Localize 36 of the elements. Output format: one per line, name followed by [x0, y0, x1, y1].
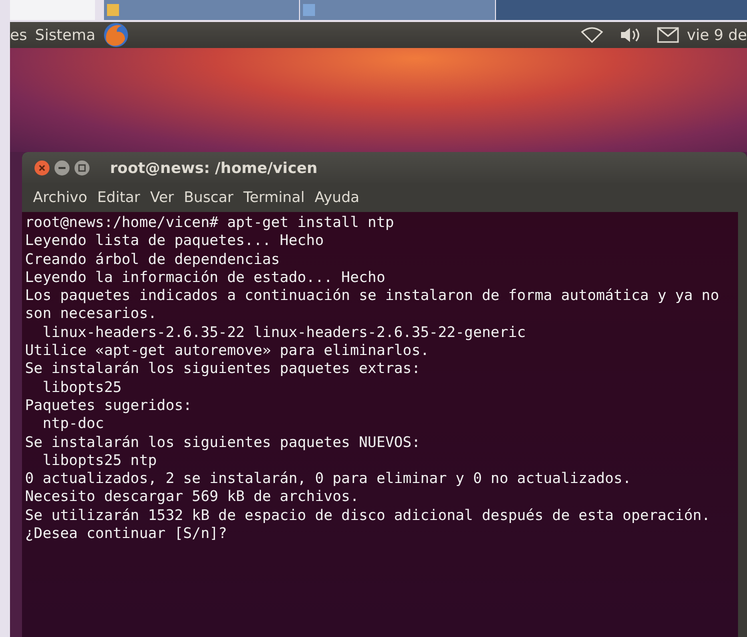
- scrollbar[interactable]: [738, 212, 747, 637]
- terminal-line: libopts25: [42, 378, 123, 397]
- panel-menu[interactable]: es: [10, 26, 28, 44]
- menu-item[interactable]: Buscar: [178, 190, 238, 206]
- terminal-line: libopts25 ntp: [42, 452, 158, 470]
- minimize-icon[interactable]: [54, 160, 70, 176]
- menu-item[interactable]: Archivo: [28, 190, 92, 206]
- volume-icon[interactable]: [618, 26, 641, 44]
- terminal-line: Creando árbol de dependencias: [25, 250, 281, 269]
- envelope-icon[interactable]: [656, 27, 679, 43]
- terminal-line: Paquetes sugeridos:: [25, 396, 193, 416]
- clock[interactable]: vie 9 de: [686, 26, 747, 44]
- terminal-line: Utilice «apt-get autoremove» para eliminarlos.: [25, 342, 430, 360]
- wifi-icon[interactable]: [580, 26, 603, 44]
- maximize-icon[interactable]: [74, 160, 90, 176]
- terminal-line: Se instalarán los siguientes paquetes extras:: [25, 360, 422, 379]
- terminal-line: root@news:/home/vicen# apt-get install ntp: [25, 214, 396, 232]
- close-icon[interactable]: [34, 160, 50, 176]
- menu-item[interactable]: Ver: [145, 190, 179, 206]
- terminal-line: ntp-doc: [42, 415, 106, 434]
- terminal-line: Se instalarán los siguientes paquetes NUEVOS:: [25, 434, 422, 452]
- terminal-line: 0 actualizados, 2 se instalarán, 0 para eliminar y 0 no actualizados.: [25, 470, 632, 488]
- terminal-line: Leyendo la información de estado... Hecho: [25, 268, 386, 288]
- terminal-line: Leyendo lista de paquetes... Hecho: [25, 232, 325, 251]
- menu-item[interactable]: Editar: [92, 190, 146, 206]
- terminal-line: Los paquetes indicados a continuación se instalaron de forma automática y ya no: [25, 287, 720, 306]
- menu-item[interactable]: Ayuda: [310, 190, 364, 206]
- terminal-line: Necesito descargar 569 kB de archivos.: [25, 488, 360, 507]
- globe-icon[interactable]: [103, 22, 130, 48]
- terminal-line: son necesarios.: [25, 305, 158, 324]
- terminal-line: Se utilizarán 1532 kB de espacio de disco adicional después de esta operación.: [25, 506, 712, 526]
- terminal-line: ¿Desea continuar [S/n]?: [25, 525, 228, 544]
- panel-menu[interactable]: Sistema: [35, 26, 96, 44]
- window-title: root@news: /home/vicen: [110, 158, 318, 176]
- menu-item[interactable]: Terminal: [238, 190, 310, 206]
- terminal-line: linux-headers-2.6.35-22 linux-headers-2.6.35-22-generic: [42, 324, 527, 342]
